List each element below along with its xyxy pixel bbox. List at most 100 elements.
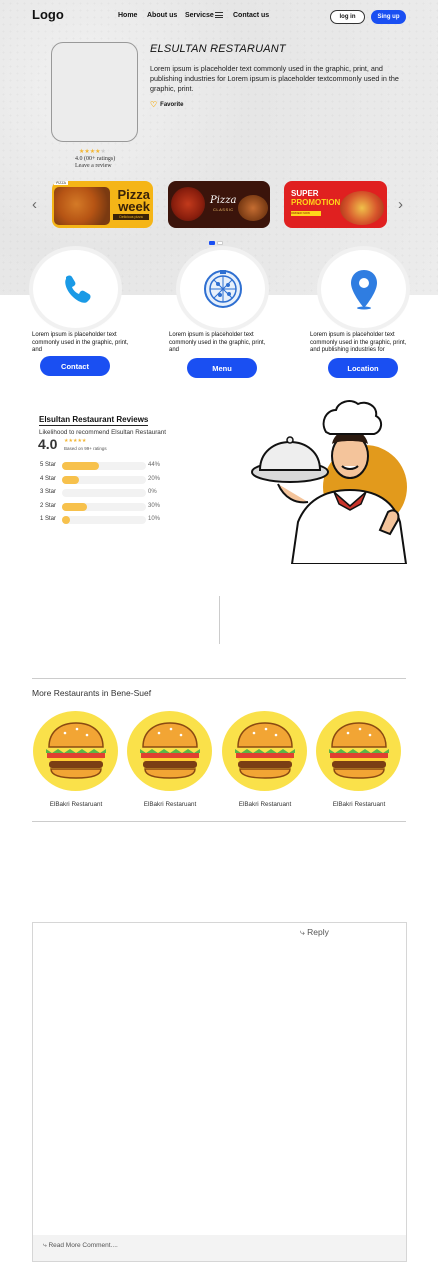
contact-circle <box>33 250 118 328</box>
menu-circle <box>180 250 265 328</box>
rating-bar-fill <box>62 503 88 511</box>
reviews-score: 4.0 <box>38 436 58 452</box>
restaurant-card-label[interactable]: ElBakri Restaruant <box>314 801 404 808</box>
reply-label: Reply <box>307 927 329 937</box>
restaurant-card-label[interactable]: ElBakri Restaruant <box>125 801 215 808</box>
rating-bar-track <box>62 516 146 524</box>
nav-about[interactable]: About us <box>147 12 177 19</box>
rating-row-percent: 20% <box>148 476 161 482</box>
food-image <box>238 195 268 221</box>
location-text: Lorem ipsum is placeholder text commonly… <box>310 332 407 353</box>
restaurant-description: Lorem ipsum is placeholder text commonly… <box>150 64 399 93</box>
carousel-next-icon[interactable]: › <box>398 196 403 213</box>
banner-tag: PIZZA <box>54 181 68 185</box>
read-more-label: Read More Comment.... <box>48 1242 118 1249</box>
rating-row-percent: 44% <box>148 462 161 468</box>
nav-home[interactable]: Home <box>118 12 137 19</box>
restaurant-card[interactable] <box>33 711 118 791</box>
rating-row-percent: 0% <box>148 489 157 495</box>
rating-row-label: 4 Star <box>40 476 57 482</box>
menu-button[interactable]: Menu <box>187 358 257 378</box>
restaurant-card[interactable] <box>316 711 401 791</box>
nav-services[interactable]: Servicse <box>185 12 214 19</box>
rating-bar-track <box>62 476 146 484</box>
burger-icon <box>140 722 200 779</box>
reviews-title: Elsultan Restaurant Reviews <box>39 415 149 426</box>
pizza-image <box>171 187 205 221</box>
pizza-image <box>54 187 110 225</box>
banner-line2: PROMOTION <box>291 198 341 207</box>
carousel-dot[interactable] <box>209 241 215 245</box>
divider <box>32 678 406 679</box>
rating-bar-fill <box>62 462 99 470</box>
rating-row: 5 Star 44% <box>40 461 170 471</box>
rating-row: 1 Star 10% <box>40 515 170 525</box>
comments-box <box>32 922 407 1262</box>
rating-row-percent: 10% <box>148 516 161 522</box>
rating-bar-fill <box>62 516 71 524</box>
banner-pizza-classic[interactable]: Pizza CLASSIC <box>168 181 270 228</box>
divider-vertical <box>219 596 220 644</box>
rating-bar-track <box>62 489 146 497</box>
restaurant-image <box>51 42 138 142</box>
phone-icon <box>64 275 90 303</box>
burger-icon <box>235 722 295 779</box>
banner-ribbon: Delicious pizza <box>113 214 149 220</box>
rating-bar-track <box>62 462 146 470</box>
burger-icon <box>46 722 106 779</box>
menu-icon[interactable] <box>215 12 223 18</box>
page: Logo Home About us Servicse Contact us l… <box>0 0 438 1280</box>
rating-row-label: 5 Star <box>40 462 57 468</box>
carousel-dot[interactable] <box>217 241 223 245</box>
rating-row: 2 Star 30% <box>40 502 170 512</box>
pizza-icon <box>203 270 242 308</box>
reviews-subtitle: Likelihood to recommend Elsultan Restaur… <box>39 429 167 436</box>
signup-button[interactable]: Sing up <box>371 10 406 24</box>
rating-row: 4 Star 20% <box>40 475 170 485</box>
carousel-prev-icon[interactable]: ‹ <box>32 196 37 213</box>
rating-row-percent: 30% <box>148 503 161 509</box>
rating-row: 3 Star 0% <box>40 488 170 498</box>
logo[interactable]: Logo <box>32 7 64 22</box>
banner-subtitle: CLASSIC <box>213 207 234 212</box>
reviews-stars: ★★★★★ <box>64 438 87 444</box>
contact-button[interactable]: Contact <box>40 356 110 376</box>
location-pin-icon <box>350 270 377 310</box>
reply-button[interactable]: ⤷ Reply <box>300 927 329 938</box>
burger-icon <box>329 722 389 779</box>
banner-title: SUPER PROMOTION <box>291 189 340 207</box>
restaurant-name: ELSULTAN RESTARUANT <box>150 43 286 55</box>
banner-title: Pizza <box>210 195 237 206</box>
favorite-label: Favorite <box>160 101 184 108</box>
login-button[interactable]: log in <box>330 10 365 24</box>
restaurant-card[interactable] <box>127 711 212 791</box>
banner-line1: SUPER <box>291 189 319 198</box>
nav-contact[interactable]: Contact us <box>233 12 269 19</box>
restaurant-card-label[interactable]: ElBakri Restaruant <box>31 801 121 808</box>
rating-bar-track <box>62 503 146 511</box>
contact-text: Lorem ipsum is placeholder text commonly… <box>32 332 129 353</box>
pizza-image <box>340 191 384 225</box>
rating-row-label: 3 Star <box>40 489 57 495</box>
restaurant-card[interactable] <box>222 711 307 791</box>
location-button[interactable]: Location <box>328 358 398 378</box>
read-more-comments[interactable]: ⤷ Read More Comment.... <box>33 1235 406 1261</box>
favorite-button[interactable]: ♡ Favorite <box>150 100 184 109</box>
divider <box>32 821 406 822</box>
location-circle <box>321 250 406 328</box>
rating-bar-fill <box>62 476 79 484</box>
chef-illustration <box>251 400 408 564</box>
banner-super-promotion[interactable]: SUPER PROMOTION ORDER NOW <box>284 181 387 228</box>
banner-cta: ORDER NOW <box>291 211 321 216</box>
banner-line2: week <box>118 199 150 214</box>
banner-pizza-week[interactable]: PIZZA Pizza week Delicious pizza <box>52 181 153 228</box>
rating-row-label: 2 Star <box>40 503 57 509</box>
menu-text: Lorem ipsum is placeholder text commonly… <box>169 332 266 353</box>
heart-icon: ♡ <box>150 100 158 109</box>
rating-count: 4.0 (00+ ratings) <box>75 156 116 162</box>
restaurant-card-label[interactable]: ElBakri Restaruant <box>220 801 310 808</box>
reviews-based-on: Based on 99+ ratings <box>64 446 107 451</box>
rating-stars: ★★★★★ <box>79 149 106 155</box>
leave-review-link[interactable]: Leave a review <box>75 163 112 169</box>
carousel-dots <box>209 241 223 245</box>
